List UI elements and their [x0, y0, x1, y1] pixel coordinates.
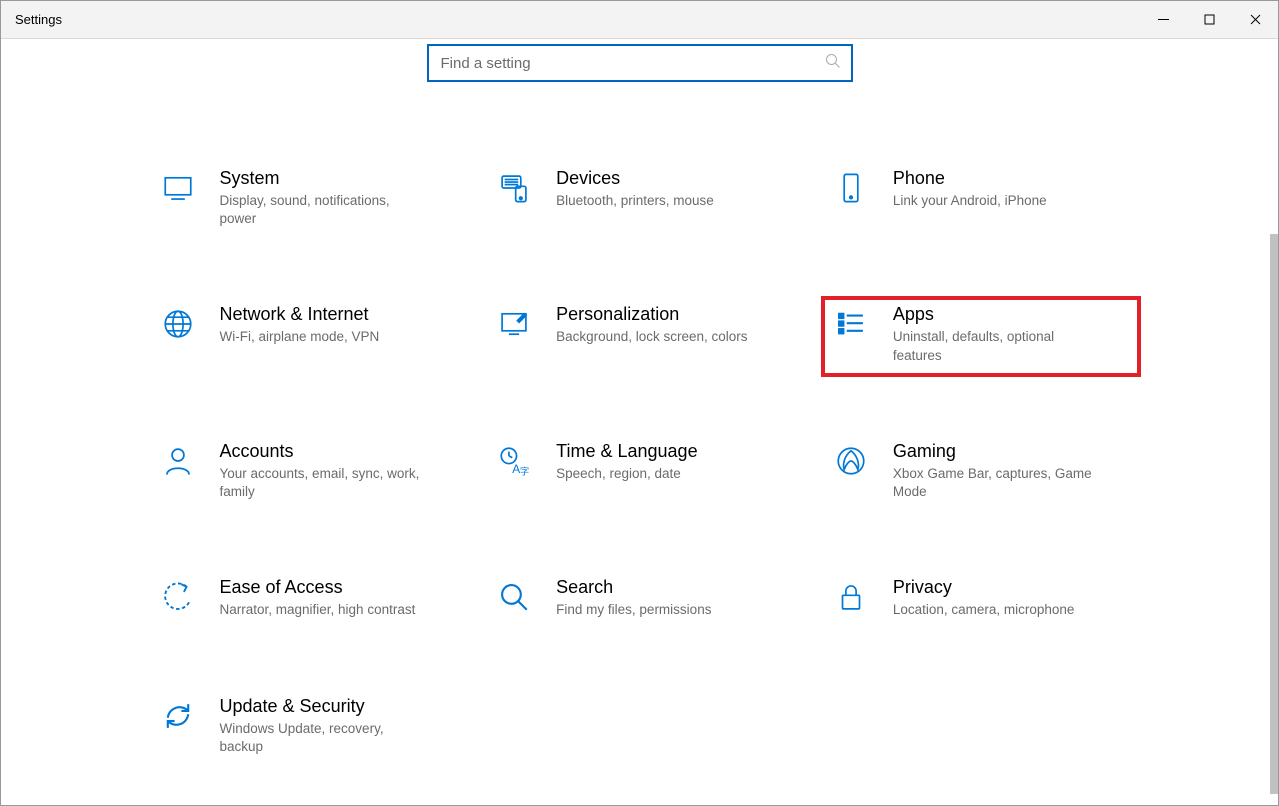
category-desc: Narrator, magnifier, high contrast — [220, 601, 416, 619]
accounts-icon — [158, 441, 198, 481]
vertical-scrollbar[interactable] — [1270, 234, 1278, 794]
system-icon — [158, 168, 198, 208]
close-button[interactable] — [1232, 1, 1278, 38]
category-title: Ease of Access — [220, 577, 416, 598]
category-desc: Location, camera, microphone — [893, 601, 1075, 619]
category-phone[interactable]: Phone Link your Android, iPhone — [823, 162, 1140, 238]
search-container — [1, 44, 1278, 82]
category-title: Update & Security — [220, 696, 430, 717]
apps-icon — [831, 304, 871, 344]
svg-text:A: A — [512, 462, 520, 476]
devices-icon — [494, 168, 534, 208]
category-ease-of-access[interactable]: Ease of Access Narrator, magnifier, high… — [150, 571, 467, 629]
search-box[interactable] — [427, 44, 853, 82]
globe-icon — [158, 304, 198, 344]
window-title: Settings — [15, 12, 62, 27]
categories-grid: System Display, sound, notifications, po… — [140, 162, 1140, 766]
category-search[interactable]: Search Find my files, permissions — [486, 571, 803, 629]
category-desc: Display, sound, notifications, power — [220, 192, 430, 228]
category-title: Accounts — [220, 441, 430, 462]
window-controls — [1140, 1, 1278, 38]
category-desc: Xbox Game Bar, captures, Game Mode — [893, 465, 1103, 501]
category-privacy[interactable]: Privacy Location, camera, microphone — [823, 571, 1140, 629]
gaming-icon — [831, 441, 871, 481]
svg-text:字: 字 — [520, 465, 529, 476]
search-category-icon — [494, 577, 534, 617]
category-desc: Your accounts, email, sync, work, family — [220, 465, 430, 501]
category-title: Apps — [893, 304, 1103, 325]
category-title: Devices — [556, 168, 714, 189]
category-time-language[interactable]: A字 Time & Language Speech, region, date — [486, 435, 803, 511]
category-desc: Windows Update, recovery, backup — [220, 720, 430, 756]
category-devices[interactable]: Devices Bluetooth, printers, mouse — [486, 162, 803, 238]
category-accounts[interactable]: Accounts Your accounts, email, sync, wor… — [150, 435, 467, 511]
category-desc: Link your Android, iPhone — [893, 192, 1047, 210]
personalization-icon — [494, 304, 534, 344]
search-icon — [825, 53, 841, 74]
category-system[interactable]: System Display, sound, notifications, po… — [150, 162, 467, 238]
category-title: Network & Internet — [220, 304, 380, 325]
titlebar: Settings — [1, 1, 1278, 39]
category-update-security[interactable]: Update & Security Windows Update, recove… — [150, 690, 467, 766]
category-title: Privacy — [893, 577, 1075, 598]
content-area: System Display, sound, notifications, po… — [1, 39, 1278, 805]
category-desc: Bluetooth, printers, mouse — [556, 192, 714, 210]
ease-of-access-icon — [158, 577, 198, 617]
category-desc: Speech, region, date — [556, 465, 697, 483]
category-title: Time & Language — [556, 441, 697, 462]
time-language-icon: A字 — [494, 441, 534, 481]
category-title: Gaming — [893, 441, 1103, 462]
category-gaming[interactable]: Gaming Xbox Game Bar, captures, Game Mod… — [823, 435, 1140, 511]
category-title: Search — [556, 577, 711, 598]
category-network[interactable]: Network & Internet Wi-Fi, airplane mode,… — [150, 298, 467, 374]
category-desc: Background, lock screen, colors — [556, 328, 747, 346]
category-title: Personalization — [556, 304, 747, 325]
category-personalization[interactable]: Personalization Background, lock screen,… — [486, 298, 803, 374]
category-desc: Find my files, permissions — [556, 601, 711, 619]
phone-icon — [831, 168, 871, 208]
lock-icon — [831, 577, 871, 617]
category-title: System — [220, 168, 430, 189]
search-input[interactable] — [441, 55, 825, 72]
category-desc: Wi-Fi, airplane mode, VPN — [220, 328, 380, 346]
category-desc: Uninstall, defaults, optional features — [893, 328, 1103, 364]
category-apps[interactable]: Apps Uninstall, defaults, optional featu… — [823, 298, 1140, 374]
category-title: Phone — [893, 168, 1047, 189]
minimize-button[interactable] — [1140, 1, 1186, 38]
update-icon — [158, 696, 198, 736]
maximize-button[interactable] — [1186, 1, 1232, 38]
